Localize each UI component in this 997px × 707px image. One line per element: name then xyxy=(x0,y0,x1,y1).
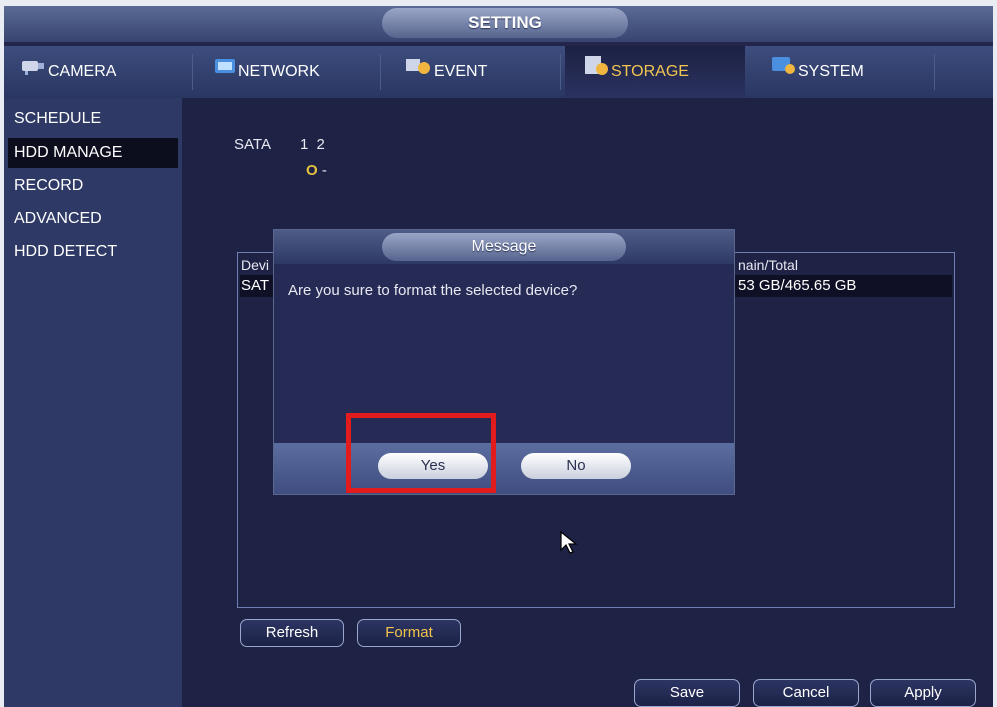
sata-status-mark: O xyxy=(306,162,318,179)
format-button[interactable]: Format xyxy=(357,619,461,647)
table-header-device: Devi xyxy=(241,257,270,273)
tab-network-label: NETWORK xyxy=(238,63,320,81)
window-title: SETTING xyxy=(382,8,628,38)
tab-system[interactable]: SYSTEM xyxy=(770,46,930,98)
tab-camera-label: CAMERA xyxy=(48,63,117,81)
title-bar: SETTING xyxy=(4,6,993,42)
save-button[interactable]: Save xyxy=(634,679,740,707)
refresh-button[interactable]: Refresh xyxy=(240,619,344,647)
system-icon xyxy=(770,46,796,98)
mouse-cursor-icon xyxy=(560,530,580,560)
sidebar-item-hdd-manage[interactable]: HDD MANAGE xyxy=(8,138,178,168)
tab-divider xyxy=(192,54,193,90)
tab-divider xyxy=(934,54,935,90)
sata-status-rest: - xyxy=(321,162,327,179)
sidebar-item-record[interactable]: RECORD xyxy=(8,171,178,201)
tab-event[interactable]: EVENT xyxy=(404,46,554,98)
sata-port-status: O - xyxy=(306,162,327,179)
tab-storage-label: STORAGE xyxy=(611,63,689,81)
dialog-message: Are you sure to format the selected devi… xyxy=(288,282,578,299)
network-icon xyxy=(214,46,236,98)
tab-system-label: SYSTEM xyxy=(798,63,864,81)
tab-storage[interactable]: STORAGE xyxy=(565,46,745,98)
sidebar-item-advanced[interactable]: ADVANCED xyxy=(8,204,178,234)
no-button[interactable]: No xyxy=(521,453,631,479)
dvr-settings-screen: SETTING CAMERA NETWORK EVENT STORAGE SYS… xyxy=(0,0,997,707)
table-header-remain-total: nain/Total xyxy=(738,257,798,273)
format-confirm-dialog: Message Are you sure to format the selec… xyxy=(273,229,735,495)
tab-network[interactable]: NETWORK xyxy=(214,46,374,98)
dialog-title-bar: Message xyxy=(274,230,734,264)
sata-label: SATA xyxy=(234,136,271,153)
highlight-box xyxy=(346,413,496,493)
event-icon xyxy=(404,46,432,98)
tab-divider xyxy=(380,54,381,90)
tab-event-label: EVENT xyxy=(434,63,488,81)
sata-port-numbers: 1 2 xyxy=(300,136,327,153)
table-cell-remain-total: 53 GB/465.65 GB xyxy=(738,277,857,294)
tab-camera[interactable]: CAMERA xyxy=(20,46,180,98)
dialog-button-bar: Yes No xyxy=(274,443,734,494)
apply-button[interactable]: Apply xyxy=(870,679,976,707)
dialog-title: Message xyxy=(382,233,626,261)
table-cell-device: SAT xyxy=(241,277,270,294)
sidebar: SCHEDULE HDD MANAGE RECORD ADVANCED HDD … xyxy=(4,98,182,707)
tab-divider xyxy=(560,54,561,90)
storage-icon xyxy=(583,46,609,98)
sidebar-item-schedule[interactable]: SCHEDULE xyxy=(8,104,178,134)
camera-icon xyxy=(20,46,46,98)
sidebar-item-hdd-detect[interactable]: HDD DETECT xyxy=(8,237,178,267)
cancel-button[interactable]: Cancel xyxy=(753,679,859,707)
top-tab-bar: CAMERA NETWORK EVENT STORAGE SYSTEM xyxy=(4,46,993,98)
